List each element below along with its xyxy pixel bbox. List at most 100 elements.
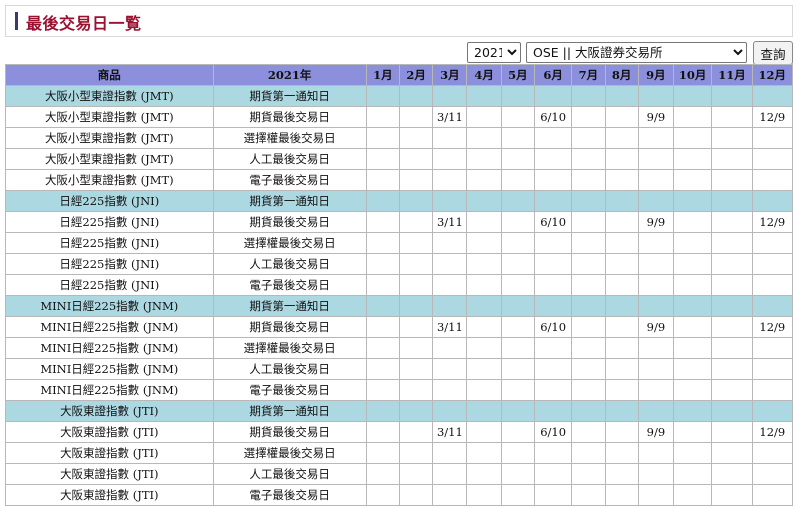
- month-cell: [533, 169, 573, 191]
- month-cell: [571, 379, 606, 401]
- month-cell: [466, 232, 502, 254]
- month-cell: 9/9: [637, 106, 675, 128]
- month-cell: [711, 442, 753, 464]
- month-cell: [398, 463, 434, 485]
- month-cell: [571, 169, 606, 191]
- month-cell: [500, 316, 535, 338]
- table-row: MINI日經225指數 (JNM) 期貨最後交易日 3/11 6/10 9/9 12/9: [5, 316, 794, 338]
- product-cell: 大阪東證指數 (JTI): [5, 421, 214, 443]
- month-cell: [604, 337, 639, 359]
- exchange-select[interactable]: OSE || 大阪證券交易所: [526, 42, 747, 63]
- month-cell: [673, 169, 713, 191]
- month-cell: [751, 148, 794, 170]
- month-cell: [432, 148, 468, 170]
- month-cell: 3/11: [432, 316, 468, 338]
- month-cell: [432, 253, 468, 275]
- month-cell: [365, 421, 400, 443]
- month-cell: [637, 274, 675, 296]
- table-row: 大阪小型東證指數 (JMT) 選擇權最後交易日: [5, 127, 794, 149]
- month-cell: [711, 148, 753, 170]
- month-cell: [571, 316, 606, 338]
- month-cell: [604, 400, 639, 422]
- month-cell: [500, 463, 535, 485]
- date-type-cell: 選擇權最後交易日: [212, 337, 367, 359]
- month-cell: [500, 295, 535, 317]
- table-group-row: MINI日經225指數 (JNM) 期貨第一通知日: [5, 295, 794, 317]
- month-cell: [398, 253, 434, 275]
- month-cell: 12/9: [751, 421, 794, 443]
- month-cell: [673, 232, 713, 254]
- column-header: 3月: [432, 64, 468, 86]
- month-cell: [533, 295, 573, 317]
- month-cell: [466, 463, 502, 485]
- product-cell: 大阪小型東證指數 (JMT): [5, 106, 214, 128]
- month-cell: [500, 106, 535, 128]
- month-cell: [533, 190, 573, 212]
- month-cell: [365, 358, 400, 380]
- month-cell: [432, 85, 468, 107]
- month-cell: [432, 379, 468, 401]
- product-cell: MINI日經225指數 (JNM): [5, 337, 214, 359]
- month-cell: [673, 442, 713, 464]
- year-select[interactable]: 2021: [467, 42, 521, 63]
- month-cell: [432, 190, 468, 212]
- product-cell: 大阪小型東證指數 (JMT): [5, 85, 214, 107]
- month-cell: [571, 295, 606, 317]
- date-type-cell: 電子最後交易日: [212, 484, 367, 506]
- column-header: 1月: [365, 64, 400, 86]
- month-cell: [398, 85, 434, 107]
- month-cell: [398, 232, 434, 254]
- month-cell: [711, 400, 753, 422]
- month-cell: [365, 484, 400, 506]
- query-button[interactable]: 查詢: [753, 41, 793, 65]
- column-header: 9月: [637, 64, 675, 86]
- month-cell: [604, 442, 639, 464]
- product-cell: 大阪小型東證指數 (JMT): [5, 127, 214, 149]
- month-cell: [466, 169, 502, 191]
- table-group-row: 大阪東證指數 (JTI) 期貨第一通知日: [5, 400, 794, 422]
- product-cell: MINI日經225指數 (JNM): [5, 379, 214, 401]
- month-cell: [673, 400, 713, 422]
- month-cell: [533, 484, 573, 506]
- month-cell: [604, 85, 639, 107]
- date-type-cell: 人工最後交易日: [212, 148, 367, 170]
- date-type-cell: 期貨最後交易日: [212, 106, 367, 128]
- month-cell: [711, 211, 753, 233]
- date-type-cell: 人工最後交易日: [212, 358, 367, 380]
- table-row: 大阪東證指數 (JTI) 期貨最後交易日 3/11 6/10 9/9 12/9: [5, 421, 794, 443]
- month-cell: [398, 190, 434, 212]
- month-cell: [398, 358, 434, 380]
- month-cell: [711, 484, 753, 506]
- month-cell: [466, 211, 502, 233]
- month-cell: [365, 274, 400, 296]
- month-cell: [604, 358, 639, 380]
- product-cell: MINI日經225指數 (JNM): [5, 295, 214, 317]
- month-cell: [365, 190, 400, 212]
- month-cell: [533, 85, 573, 107]
- date-type-cell: 人工最後交易日: [212, 253, 367, 275]
- month-cell: [466, 148, 502, 170]
- month-cell: [711, 463, 753, 485]
- month-cell: [398, 106, 434, 128]
- month-cell: [500, 337, 535, 359]
- column-header: 商品: [5, 64, 214, 86]
- month-cell: [466, 106, 502, 128]
- month-cell: [398, 421, 434, 443]
- month-cell: [398, 148, 434, 170]
- product-cell: 日經225指數 (JNI): [5, 190, 214, 212]
- month-cell: [398, 169, 434, 191]
- month-cell: [637, 463, 675, 485]
- month-cell: 6/10: [533, 316, 573, 338]
- month-cell: [533, 127, 573, 149]
- month-cell: [637, 400, 675, 422]
- product-cell: 日經225指數 (JNI): [5, 274, 214, 296]
- month-cell: [751, 127, 794, 149]
- product-cell: MINI日經225指數 (JNM): [5, 358, 214, 380]
- month-cell: [432, 400, 468, 422]
- month-cell: [637, 148, 675, 170]
- month-cell: [365, 253, 400, 275]
- month-cell: [432, 127, 468, 149]
- table-row: 大阪東證指數 (JTI) 電子最後交易日: [5, 484, 794, 506]
- month-cell: [751, 442, 794, 464]
- month-cell: [604, 232, 639, 254]
